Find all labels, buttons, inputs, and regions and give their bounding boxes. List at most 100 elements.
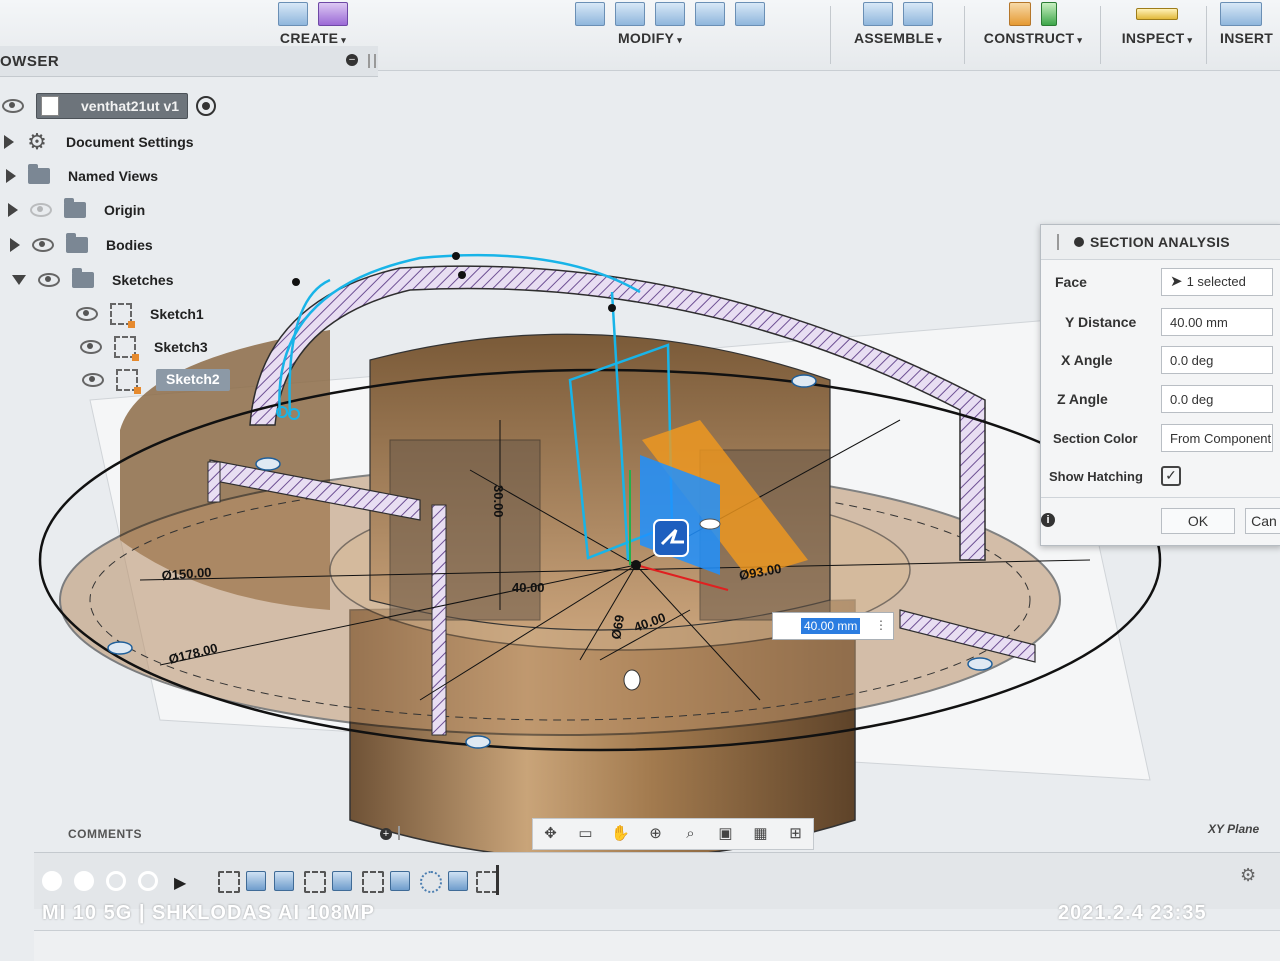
tree-item-document-settings[interactable]: ⚙ Document Settings bbox=[4, 128, 194, 156]
modify-menu[interactable]: MODIFY ▾ bbox=[520, 0, 820, 70]
sketch-point[interactable] bbox=[452, 252, 460, 260]
rotation-handle[interactable] bbox=[699, 518, 721, 530]
timeline-sketch-icon[interactable] bbox=[476, 871, 498, 893]
measure-icon[interactable] bbox=[1136, 8, 1178, 20]
sketch-point[interactable] bbox=[458, 271, 466, 279]
tree-root[interactable]: venthat21ut v1 bbox=[2, 92, 217, 120]
display-settings-icon[interactable]: ▣ bbox=[715, 825, 737, 843]
step-back-icon[interactable] bbox=[74, 871, 94, 891]
timeline-extrude-icon[interactable] bbox=[246, 871, 266, 891]
manipulator-arrow-icon[interactable] bbox=[653, 519, 689, 557]
step-forward-icon[interactable] bbox=[138, 871, 158, 891]
timeline-extrude-icon[interactable] bbox=[274, 871, 294, 891]
new-component-icon[interactable] bbox=[863, 2, 893, 26]
joint-icon[interactable] bbox=[903, 2, 933, 26]
distance-value[interactable]: 40.00 mm bbox=[801, 618, 861, 634]
pan-icon[interactable]: ✋ bbox=[610, 825, 632, 843]
section-plane-orange[interactable] bbox=[642, 420, 808, 578]
zoom-icon[interactable]: ⊕ bbox=[645, 825, 667, 843]
tree-item-sketch3[interactable]: Sketch3 bbox=[80, 333, 208, 361]
z-angle-field[interactable]: 0.0 deg bbox=[1161, 385, 1273, 413]
expand-arrow-icon[interactable] bbox=[8, 203, 18, 217]
tree-item-sketch2[interactable]: Sketch2 bbox=[82, 366, 230, 394]
info-icon[interactable]: i bbox=[1041, 513, 1055, 527]
sketch-icon bbox=[116, 369, 141, 394]
sketch-point[interactable] bbox=[288, 408, 300, 420]
x-angle-field[interactable]: 0.0 deg bbox=[1161, 346, 1273, 374]
timeline-sketch-icon[interactable] bbox=[218, 871, 240, 893]
sphere-icon[interactable] bbox=[318, 2, 348, 26]
distance-input[interactable]: 40.00 mm ⋮ bbox=[772, 612, 894, 640]
eye-icon[interactable] bbox=[82, 373, 104, 387]
construct-menu[interactable]: CONSTRUCT ▾ bbox=[978, 0, 1088, 70]
panel-grip-icon[interactable] bbox=[398, 826, 404, 840]
timeline-sketch-icon[interactable] bbox=[304, 871, 326, 893]
collapse-arrow-icon[interactable] bbox=[12, 275, 26, 285]
press-pull-icon[interactable] bbox=[575, 2, 605, 26]
eye-icon[interactable] bbox=[2, 99, 24, 113]
grid-icon[interactable]: ▦ bbox=[750, 825, 772, 843]
face-selector[interactable]: ➤ 1 selected bbox=[1161, 268, 1273, 296]
sketch-point[interactable] bbox=[292, 278, 300, 286]
tree-item-bodies[interactable]: Bodies bbox=[10, 231, 153, 259]
sketch-point[interactable] bbox=[276, 406, 288, 418]
tree-item-sketch1[interactable]: Sketch1 bbox=[76, 300, 204, 328]
timeline-pattern-icon[interactable] bbox=[420, 871, 442, 893]
expand-arrow-icon[interactable] bbox=[4, 135, 14, 149]
panel-grip-icon[interactable] bbox=[368, 54, 376, 68]
timeline-sketch-icon[interactable] bbox=[362, 871, 384, 893]
eye-icon[interactable] bbox=[76, 307, 98, 321]
section-color-select[interactable]: From Component bbox=[1161, 424, 1273, 452]
timeline-settings-icon[interactable]: ⚙ bbox=[1240, 865, 1256, 886]
expand-arrow-icon[interactable] bbox=[10, 238, 20, 252]
assemble-menu[interactable]: ASSEMBLE ▾ bbox=[846, 0, 950, 70]
timeline-extrude-icon[interactable] bbox=[448, 871, 468, 891]
eye-icon[interactable] bbox=[38, 273, 60, 287]
fit-icon[interactable]: ⌕ bbox=[680, 825, 702, 843]
eye-hidden-icon[interactable] bbox=[30, 203, 52, 217]
timeline-extrude-icon[interactable] bbox=[390, 871, 410, 891]
document-node[interactable]: venthat21ut v1 bbox=[36, 93, 189, 119]
timeline-revolve-icon[interactable] bbox=[332, 871, 352, 891]
go-to-end-icon[interactable]: ▶ bbox=[174, 873, 186, 893]
plane-icon[interactable] bbox=[1041, 2, 1057, 26]
look-at-icon[interactable]: ▭ bbox=[575, 825, 597, 843]
combine-icon[interactable] bbox=[735, 2, 765, 26]
orbit-icon[interactable]: ✥ bbox=[540, 825, 562, 843]
cancel-button[interactable]: Can bbox=[1245, 508, 1280, 534]
section-plane-blue[interactable] bbox=[640, 455, 720, 575]
eye-icon[interactable] bbox=[32, 238, 54, 252]
selected-highlight[interactable]: Sketch2 bbox=[156, 369, 230, 391]
ok-button[interactable]: OK bbox=[1161, 508, 1235, 534]
minimize-icon[interactable]: – bbox=[346, 54, 358, 66]
insert-canvas-icon[interactable] bbox=[1220, 2, 1262, 26]
tree-item-origin[interactable]: Origin bbox=[8, 196, 145, 224]
dialog-header[interactable]: SECTION ANALYSIS bbox=[1041, 225, 1280, 260]
go-to-start-icon[interactable] bbox=[42, 871, 62, 891]
inspect-menu[interactable]: INSPECT ▾ bbox=[1112, 0, 1202, 70]
sketch-point[interactable] bbox=[608, 304, 616, 312]
expand-arrow-icon[interactable] bbox=[6, 169, 16, 183]
insert-menu[interactable]: INSERT bbox=[1220, 0, 1280, 70]
dialog-grip-icon[interactable] bbox=[1057, 234, 1062, 250]
offset-plane-icon[interactable] bbox=[1009, 2, 1031, 26]
y-distance-field[interactable]: 40.00 mm bbox=[1161, 308, 1273, 336]
collapse-dot-icon[interactable] bbox=[1074, 237, 1084, 247]
tree-item-sketches[interactable]: Sketches bbox=[12, 266, 173, 294]
fillet-icon[interactable] bbox=[615, 2, 645, 26]
box-icon[interactable] bbox=[278, 2, 308, 26]
more-options-icon[interactable]: ⋮ bbox=[875, 618, 887, 632]
show-hatching-checkbox[interactable]: ✓ bbox=[1161, 466, 1181, 486]
shell-icon[interactable] bbox=[695, 2, 725, 26]
play-icon[interactable] bbox=[106, 871, 126, 891]
add-comment-icon[interactable]: + bbox=[380, 828, 392, 840]
timeline-marker[interactable] bbox=[496, 865, 499, 895]
tree-item-named-views[interactable]: Named Views bbox=[6, 162, 158, 190]
origin-point[interactable] bbox=[631, 560, 641, 570]
eye-icon[interactable] bbox=[80, 340, 102, 354]
visibility-markers[interactable] bbox=[107, 374, 993, 749]
active-radio-icon[interactable] bbox=[196, 96, 217, 116]
viewports-icon[interactable]: ⊞ bbox=[785, 825, 807, 843]
chamfer-icon[interactable] bbox=[655, 2, 685, 26]
dimension-handle[interactable] bbox=[623, 669, 641, 691]
